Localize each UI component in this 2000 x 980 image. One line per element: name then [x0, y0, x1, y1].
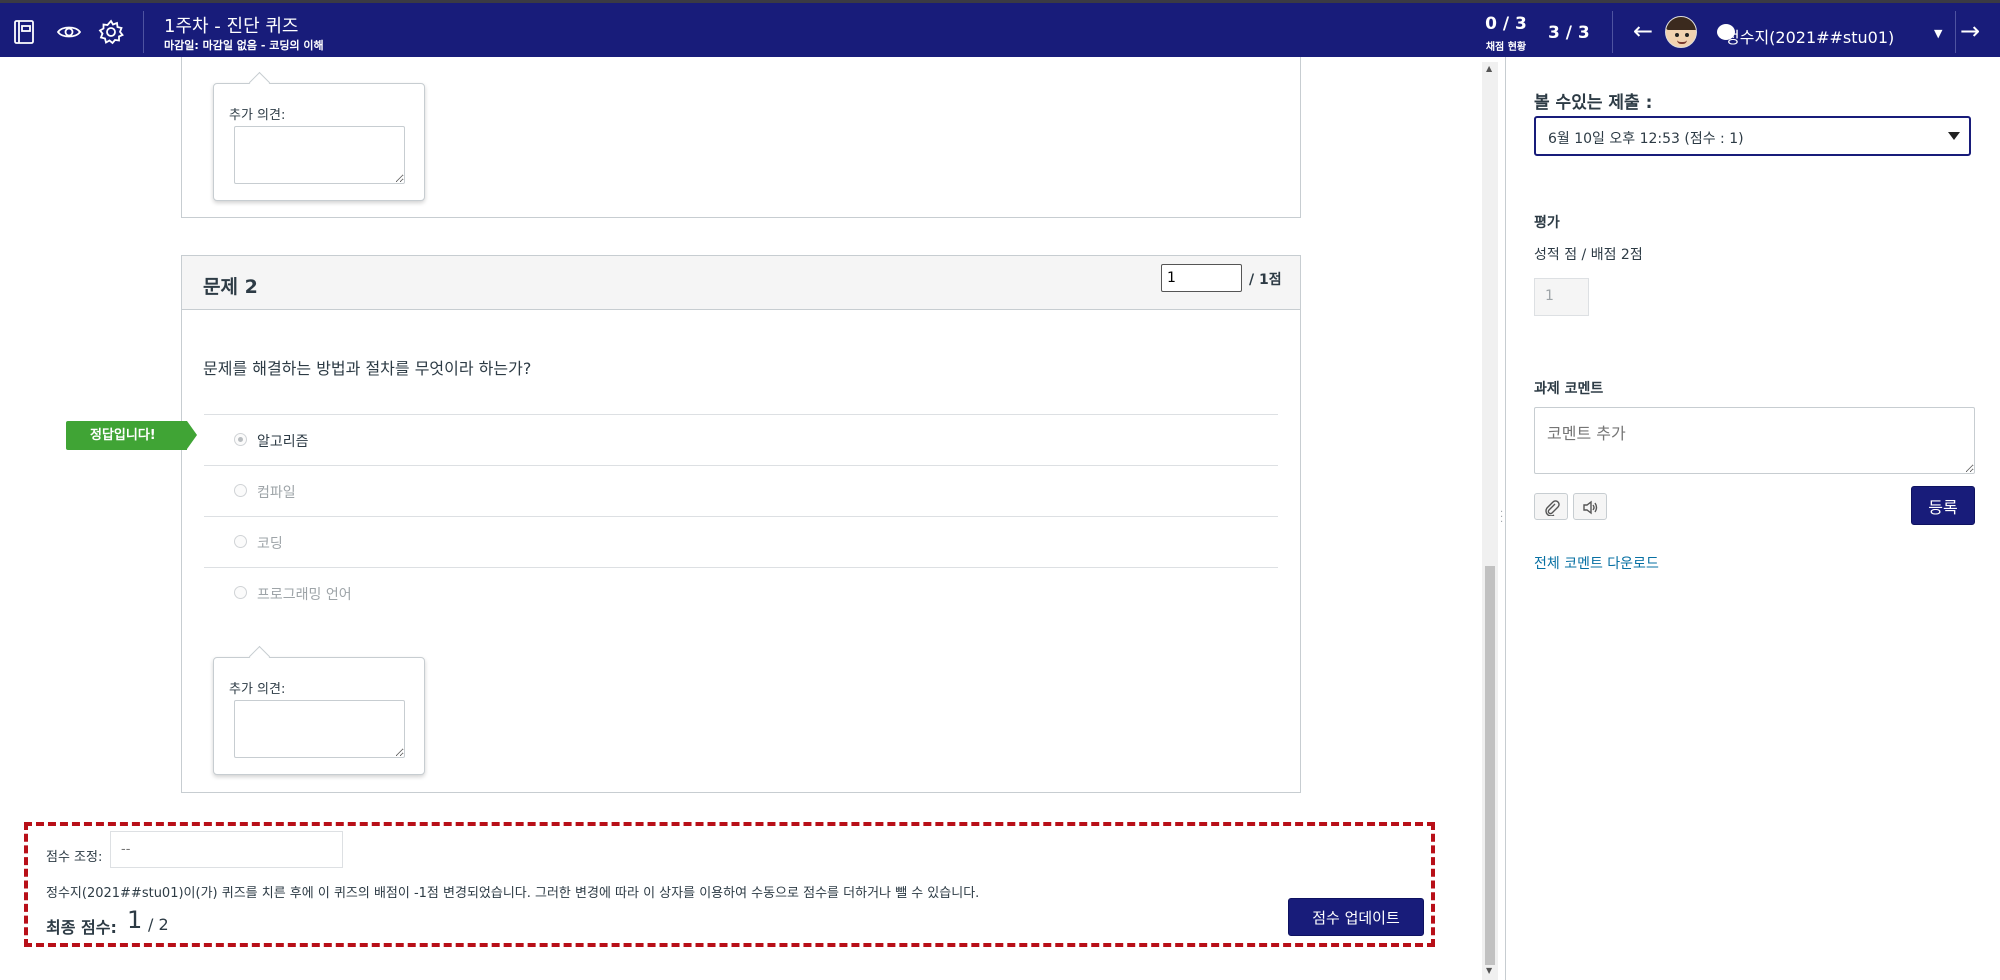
submissions-label: 볼 수있는 제출 : [1534, 93, 1653, 113]
answer-label: 프로그래밍 언어 [257, 587, 352, 603]
scrollbar-thumb[interactable] [1485, 566, 1495, 965]
answer-option: 컴파일 [204, 465, 1278, 516]
graded-count: 0 / 3 [1485, 14, 1527, 34]
submission-select[interactable]: 6월 10일 오후 12:53 (점수 : 1) [1534, 116, 1971, 156]
top-bar: 1주차 - 진단 퀴즈 마감일: 마감일 없음 - 코딩의 이해 0 / 3 채… [0, 0, 2000, 57]
score-note: 정수지(2021##stu01)이(가) 퀴즈를 치른 후에 이 퀴즈의 배점이… [46, 886, 980, 901]
panel-divider [1505, 57, 1506, 980]
submit-comment-button[interactable]: 등록 [1911, 486, 1975, 525]
assessment-heading: 평가 [1534, 215, 1560, 231]
answer-option: 코딩 [204, 516, 1278, 567]
answer-label: 코딩 [257, 536, 283, 552]
answer-radio [234, 535, 247, 548]
comment-label: 추가 의견: [229, 108, 286, 123]
caret-down-icon [1948, 132, 1960, 140]
divider [1955, 11, 1956, 53]
chevron-down-icon[interactable]: ▼ [1934, 27, 1942, 40]
question-1-comment-field[interactable] [234, 126, 405, 184]
avatar [1665, 16, 1697, 48]
quiz-subtitle: 마감일: 마감일 없음 - 코딩의 이해 [164, 39, 324, 52]
eye-icon[interactable] [55, 18, 83, 46]
score-adjust-input[interactable] [110, 831, 343, 868]
answer-label: 알고리즘 [257, 434, 309, 450]
graded-label: 채점 현황 [1485, 42, 1527, 53]
final-score-box: 점수 조정: 정수지(2021##stu01)이(가) 퀴즈를 치른 후에 이 … [24, 822, 1435, 947]
comment-label: 추가 의견: [229, 682, 286, 697]
update-score-button[interactable]: 점수 업데이트 [1288, 898, 1424, 936]
question-title: 문제 2 [203, 276, 258, 298]
student-select[interactable]: 정수지(2021##stu01) [1725, 24, 1894, 48]
question-2-comment-field[interactable] [234, 700, 405, 758]
next-student-arrow-icon[interactable]: → [1960, 17, 1980, 45]
question-1-comment-popover: 추가 의견: [213, 83, 425, 201]
scroll-down-icon[interactable]: ▼ [1486, 966, 1492, 975]
scroll-up-icon[interactable]: ▲ [1486, 64, 1492, 73]
question-text: 문제를 해결하는 방법과 절차를 무엇이라 하는가? [203, 359, 532, 378]
question-points-max: / 1점 [1249, 272, 1282, 288]
media-comment-button[interactable] [1573, 493, 1607, 520]
attach-file-button[interactable] [1534, 493, 1568, 520]
paperclip-icon [1545, 500, 1560, 516]
answer-radio [234, 484, 247, 497]
grade-description: 성적 점 / 배점 2점 [1534, 247, 1643, 263]
question-header: 문제 2 / 1점 [182, 256, 1300, 310]
divider [1612, 11, 1613, 53]
gear-icon[interactable] [97, 18, 125, 46]
download-comments-link[interactable]: 전체 코멘트 다운로드 [1534, 553, 1659, 573]
answer-option: 알고리즘 [204, 414, 1278, 465]
prev-student-arrow-icon[interactable]: ← [1633, 17, 1653, 45]
grade-input[interactable]: 1 [1534, 278, 1589, 316]
score-adjust-label: 점수 조정: [46, 850, 103, 865]
submission-selected: 6월 10일 오후 12:53 (점수 : 1) [1548, 131, 1744, 147]
speaker-icon [1583, 500, 1598, 515]
answer-option: 프로그래밍 언어 [204, 567, 1278, 618]
comment-heading: 과제 코멘트 [1534, 381, 1604, 397]
final-score-max: / 2 [148, 915, 169, 934]
divider [143, 11, 144, 53]
question-2-comment-popover: 추가 의견: [213, 657, 425, 775]
assignment-comment-field[interactable] [1534, 407, 1975, 474]
answer-radio [234, 586, 247, 599]
final-score-value: 1 [127, 906, 143, 934]
answer-label: 컴파일 [257, 485, 296, 501]
correct-answer-flag: 정답입니다! [66, 421, 197, 450]
answer-radio [234, 433, 247, 446]
student-index: 3 / 3 [1548, 23, 1590, 43]
quiz-title: 1주차 - 진단 퀴즈 [164, 16, 299, 37]
final-score-label: 최종 점수: [46, 918, 117, 937]
question-points-input[interactable] [1161, 264, 1242, 292]
resize-handle-icon[interactable]: · · · [1500, 508, 1503, 528]
gradebook-icon[interactable] [10, 18, 38, 46]
